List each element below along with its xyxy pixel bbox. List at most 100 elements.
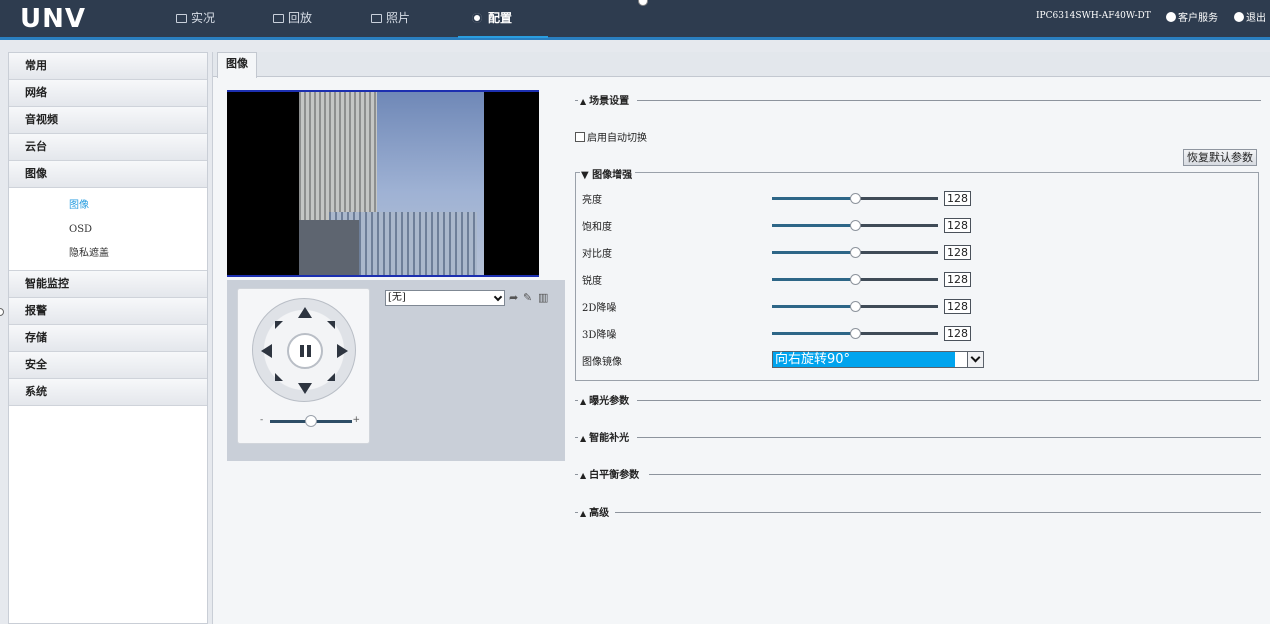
pause-icon[interactable]	[287, 333, 323, 369]
gear-icon	[472, 13, 482, 23]
mirror-select-value: 向右旋转90°	[773, 352, 955, 367]
slider-thumb[interactable]	[850, 247, 861, 258]
ptz-down-icon[interactable]	[298, 383, 312, 394]
chevron-down-icon[interactable]	[967, 352, 983, 367]
image-enhancement-title[interactable]: ▼ 图像增强	[580, 166, 636, 181]
sidebar-item-audio-video[interactable]: 音视频	[9, 107, 207, 134]
param-label: 锐度	[582, 276, 602, 287]
slider-thumb[interactable]	[850, 328, 861, 339]
sidebar-item-image[interactable]: 图像	[9, 161, 207, 188]
param-value-input[interactable]: 128	[944, 272, 971, 287]
auto-switch-label: 启用自动切换	[587, 133, 647, 144]
section-advanced[interactable]: ▲ 高级	[575, 504, 1261, 520]
collapse-caret-icon: ▲	[580, 396, 587, 406]
submenu-item-osd[interactable]: OSD	[9, 218, 207, 242]
delete-preset-icon[interactable]: ▥	[538, 292, 549, 303]
param-label: 2D降噪	[582, 303, 617, 314]
section-smart-illumination[interactable]: ▲ 智能补光	[575, 429, 1261, 445]
collapse-handle[interactable]	[0, 308, 4, 316]
nav-live[interactable]: 实况	[170, 0, 221, 37]
ptz-down-right-icon[interactable]	[327, 373, 335, 381]
section-smart-illumination-title: 智能补光	[589, 433, 630, 444]
ptz-up-right-icon[interactable]	[327, 321, 335, 329]
zoom-plus-label: +	[352, 415, 360, 425]
nav-config[interactable]: 配置	[457, 0, 549, 38]
zoom-slider[interactable]: - +	[260, 415, 360, 427]
sidebar-item-storage[interactable]: 存储	[9, 325, 207, 352]
param-value-input[interactable]: 128	[944, 191, 971, 206]
sidebar-item-common[interactable]: 常用	[9, 53, 207, 80]
ptz-direction-dial	[252, 298, 356, 402]
mirror-select[interactable]: 向右旋转90°	[772, 351, 984, 368]
chevron-down-icon	[493, 292, 503, 302]
edit-preset-icon[interactable]: ✎	[523, 292, 534, 303]
collapse-caret-icon: ▲	[580, 96, 587, 106]
section-exposure-title: 曝光参数	[589, 396, 630, 407]
logout-link[interactable]: 退出	[1234, 9, 1266, 24]
sidebar-item-ptz[interactable]: 云台	[9, 134, 207, 161]
section-divider	[637, 100, 1261, 101]
param-value-input[interactable]: 128	[944, 299, 971, 314]
section-white-balance[interactable]: ▲ 白平衡参数	[575, 466, 1261, 482]
sidebar-item-security[interactable]: 安全	[9, 352, 207, 379]
tab-bar: 图像	[213, 52, 1270, 78]
playback-icon	[273, 14, 284, 23]
ptz-down-left-icon[interactable]	[275, 373, 283, 381]
param-slider[interactable]	[772, 301, 938, 314]
sidebar: 常用 网络 音视频 云台 图像 图像 OSD 隐私遮盖 智能监控 报警 存储 安…	[8, 52, 208, 624]
tab-image[interactable]: 图像	[217, 52, 257, 78]
section-divider	[649, 474, 1261, 475]
section-scene-settings[interactable]: ▲ 场景设置	[575, 92, 1261, 108]
top-navigation-bar: UNV 实况 回放 照片 配置 IPC6314SWH-AF40W-DT 客户服务…	[0, 0, 1270, 40]
nav-playback-label: 回放	[288, 11, 313, 25]
auto-switch-checkbox[interactable]	[575, 132, 585, 142]
param-value-input[interactable]: 128	[944, 326, 971, 341]
section-exposure[interactable]: ▲ 曝光参数	[575, 392, 1261, 408]
section-divider	[637, 400, 1261, 401]
param-slider[interactable]	[772, 328, 938, 341]
preset-select[interactable]: [无]	[385, 290, 505, 306]
headset-icon	[1166, 12, 1176, 22]
submenu-item-image[interactable]: 图像	[9, 194, 207, 218]
section-scene-title: 场景设置	[589, 96, 630, 107]
building-shadow	[299, 220, 359, 275]
nav-live-label: 实况	[191, 11, 216, 25]
restore-defaults-button[interactable]: 恢复默认参数	[1183, 149, 1257, 166]
sidebar-item-network[interactable]: 网络	[9, 80, 207, 107]
zoom-thumb[interactable]	[305, 415, 317, 427]
customer-service-link[interactable]: 客户服务	[1166, 9, 1218, 24]
ptz-panel: - + [无] ➦ ✎ ▥	[227, 280, 565, 461]
slider-thumb[interactable]	[850, 220, 861, 231]
section-advanced-title: 高级	[589, 508, 610, 519]
param-slider[interactable]	[772, 274, 938, 287]
nav-photo-label: 照片	[386, 11, 411, 25]
ptz-up-icon[interactable]	[298, 307, 312, 318]
param-slider[interactable]	[772, 193, 938, 206]
slider-thumb[interactable]	[850, 193, 861, 204]
slider-thumb[interactable]	[850, 301, 861, 312]
submenu-item-privacy-mask[interactable]: 隐私遮盖	[9, 242, 207, 266]
slider-thumb[interactable]	[850, 274, 861, 285]
nav-config-label: 配置	[488, 11, 513, 25]
sidebar-item-alarm[interactable]: 报警	[9, 298, 207, 325]
param-value-input[interactable]: 128	[944, 218, 971, 233]
ptz-left-icon[interactable]	[261, 344, 272, 358]
customer-service-label: 客户服务	[1178, 13, 1218, 24]
ptz-right-icon[interactable]	[337, 344, 348, 358]
param-value-input[interactable]: 128	[944, 245, 971, 260]
param-label: 饱和度	[582, 222, 612, 233]
brand-logo: UNV	[20, 4, 86, 34]
goto-preset-icon[interactable]: ➦	[509, 292, 520, 303]
image-enhancement-group: ▼ 图像增强 亮度 128 饱和度 128 对比度 128 锐度 128 2D降…	[575, 166, 1259, 381]
ptz-up-left-icon[interactable]	[275, 321, 283, 329]
nav-photo[interactable]: 照片	[365, 0, 416, 37]
device-model: IPC6314SWH-AF40W-DT	[1036, 11, 1151, 21]
live-video-preview[interactable]	[227, 90, 539, 277]
sidebar-item-system[interactable]: 系统	[9, 379, 207, 406]
param-slider[interactable]	[772, 220, 938, 233]
param-slider[interactable]	[772, 247, 938, 260]
zoom-minus-label: -	[260, 415, 264, 425]
sidebar-item-smart[interactable]: 智能监控	[9, 271, 207, 298]
nav-playback[interactable]: 回放	[267, 0, 318, 37]
collapse-caret-icon: ▲	[580, 433, 587, 443]
